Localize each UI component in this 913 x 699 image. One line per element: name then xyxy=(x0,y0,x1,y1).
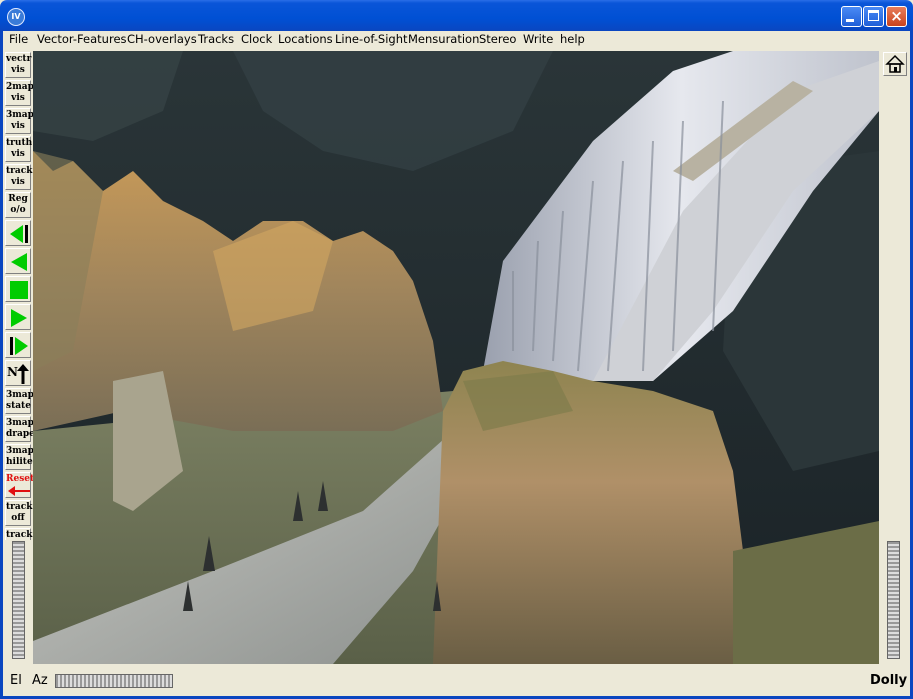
track-label: track xyxy=(6,530,33,540)
play-icon xyxy=(11,309,27,327)
menu-mensuration[interactable]: Mensuration xyxy=(408,32,479,46)
3map-vis-button[interactable]: 3map vis xyxy=(5,108,34,134)
3map-hilite-label-top: 3map xyxy=(6,446,34,456)
3map-drape-label-top: 3map xyxy=(6,418,34,428)
close-button[interactable]: × xyxy=(886,6,907,27)
vectr-vis-label-top: vectr xyxy=(6,54,32,64)
home-button[interactable] xyxy=(883,52,907,76)
maximize-button[interactable] xyxy=(863,6,884,27)
app-icon[interactable]: IV xyxy=(7,8,25,26)
dolly-label: Dolly xyxy=(870,673,908,688)
north-up-button[interactable]: N xyxy=(5,360,31,386)
step-forward-icon xyxy=(10,337,28,355)
3map-drape-button[interactable]: 3map drape xyxy=(5,416,35,442)
reg-label-top: Reg xyxy=(8,194,28,204)
title-bar[interactable]: IV × xyxy=(0,0,913,31)
2map-vis-label-bottom: vis xyxy=(11,93,25,103)
play-button[interactable] xyxy=(5,304,31,330)
terrain-render xyxy=(33,51,879,664)
north-arrow-icon xyxy=(17,364,29,384)
elevation-label: El xyxy=(10,673,22,688)
2map-vis-button[interactable]: 2map vis xyxy=(5,80,34,106)
menu-stereo[interactable]: Stereo xyxy=(479,32,516,46)
track-off-button[interactable]: track off xyxy=(5,500,33,526)
home-icon xyxy=(885,54,905,73)
menu-vector-features[interactable]: Vector-Features xyxy=(37,32,127,46)
track-button[interactable]: track xyxy=(5,528,33,540)
menu-tracks[interactable]: Tracks xyxy=(198,32,234,46)
truth-vis-button[interactable]: truth vis xyxy=(5,136,33,162)
3d-terrain-viewport[interactable] xyxy=(33,51,879,664)
rewind-to-start-button[interactable] xyxy=(5,220,31,246)
3map-vis-label-top: 3map xyxy=(6,110,34,120)
menu-line-of-sight[interactable]: Line-of-Sight xyxy=(335,32,408,46)
maximize-icon xyxy=(868,10,879,21)
2map-vis-label-top: 2map xyxy=(6,82,34,92)
track-vis-button[interactable]: track vis xyxy=(5,164,33,190)
menu-clock[interactable]: Clock xyxy=(241,32,272,46)
vectr-vis-label-bottom: vis xyxy=(11,65,25,75)
menu-file[interactable]: File xyxy=(9,32,28,46)
menu-write[interactable]: Write xyxy=(523,32,553,46)
stop-icon xyxy=(10,281,28,299)
truth-vis-label-bottom: vis xyxy=(11,149,25,159)
azimuth-slider[interactable] xyxy=(55,674,173,688)
dolly-slider[interactable] xyxy=(887,541,900,659)
3map-drape-label-bottom: drape xyxy=(6,429,35,439)
close-icon: × xyxy=(890,7,903,25)
reset-arrow-icon xyxy=(8,486,30,496)
3map-vis-label-bottom: vis xyxy=(11,121,25,131)
azimuth-label: Az xyxy=(32,673,48,688)
step-forward-button[interactable] xyxy=(5,332,31,358)
menu-locations[interactable]: Locations xyxy=(278,32,333,46)
menu-ch-overlays[interactable]: CH-overlays xyxy=(127,32,197,46)
truth-vis-label-top: truth xyxy=(6,138,33,148)
stop-button[interactable] xyxy=(5,276,31,302)
play-reverse-button[interactable] xyxy=(5,248,31,274)
track-vis-label-bottom: vis xyxy=(11,177,25,187)
3map-hilite-label-bottom: hilite xyxy=(6,457,33,467)
track-vis-label-top: track xyxy=(6,166,33,176)
menu-help[interactable]: help xyxy=(560,32,585,46)
vectr-vis-button[interactable]: vectr vis xyxy=(5,52,31,78)
step-back-icon xyxy=(10,225,28,243)
3map-state-button[interactable]: 3map state xyxy=(5,388,34,414)
3map-state-label-top: 3map xyxy=(6,390,34,400)
track-off-label-bottom: off xyxy=(11,513,25,523)
minimize-icon xyxy=(846,19,854,22)
track-off-label-top: track xyxy=(6,502,33,512)
reg-label-bottom: o/o xyxy=(10,205,26,215)
3map-state-label-bottom: state xyxy=(6,401,31,411)
play-reverse-icon xyxy=(11,253,27,271)
minimize-button[interactable] xyxy=(841,6,862,27)
reg-oo-button[interactable]: Reg o/o xyxy=(5,192,31,218)
reset-button[interactable]: Reset xyxy=(5,472,35,498)
elevation-slider[interactable] xyxy=(12,541,25,659)
reset-label: Reset xyxy=(6,474,35,484)
3map-hilite-button[interactable]: 3map hilite xyxy=(5,444,34,470)
